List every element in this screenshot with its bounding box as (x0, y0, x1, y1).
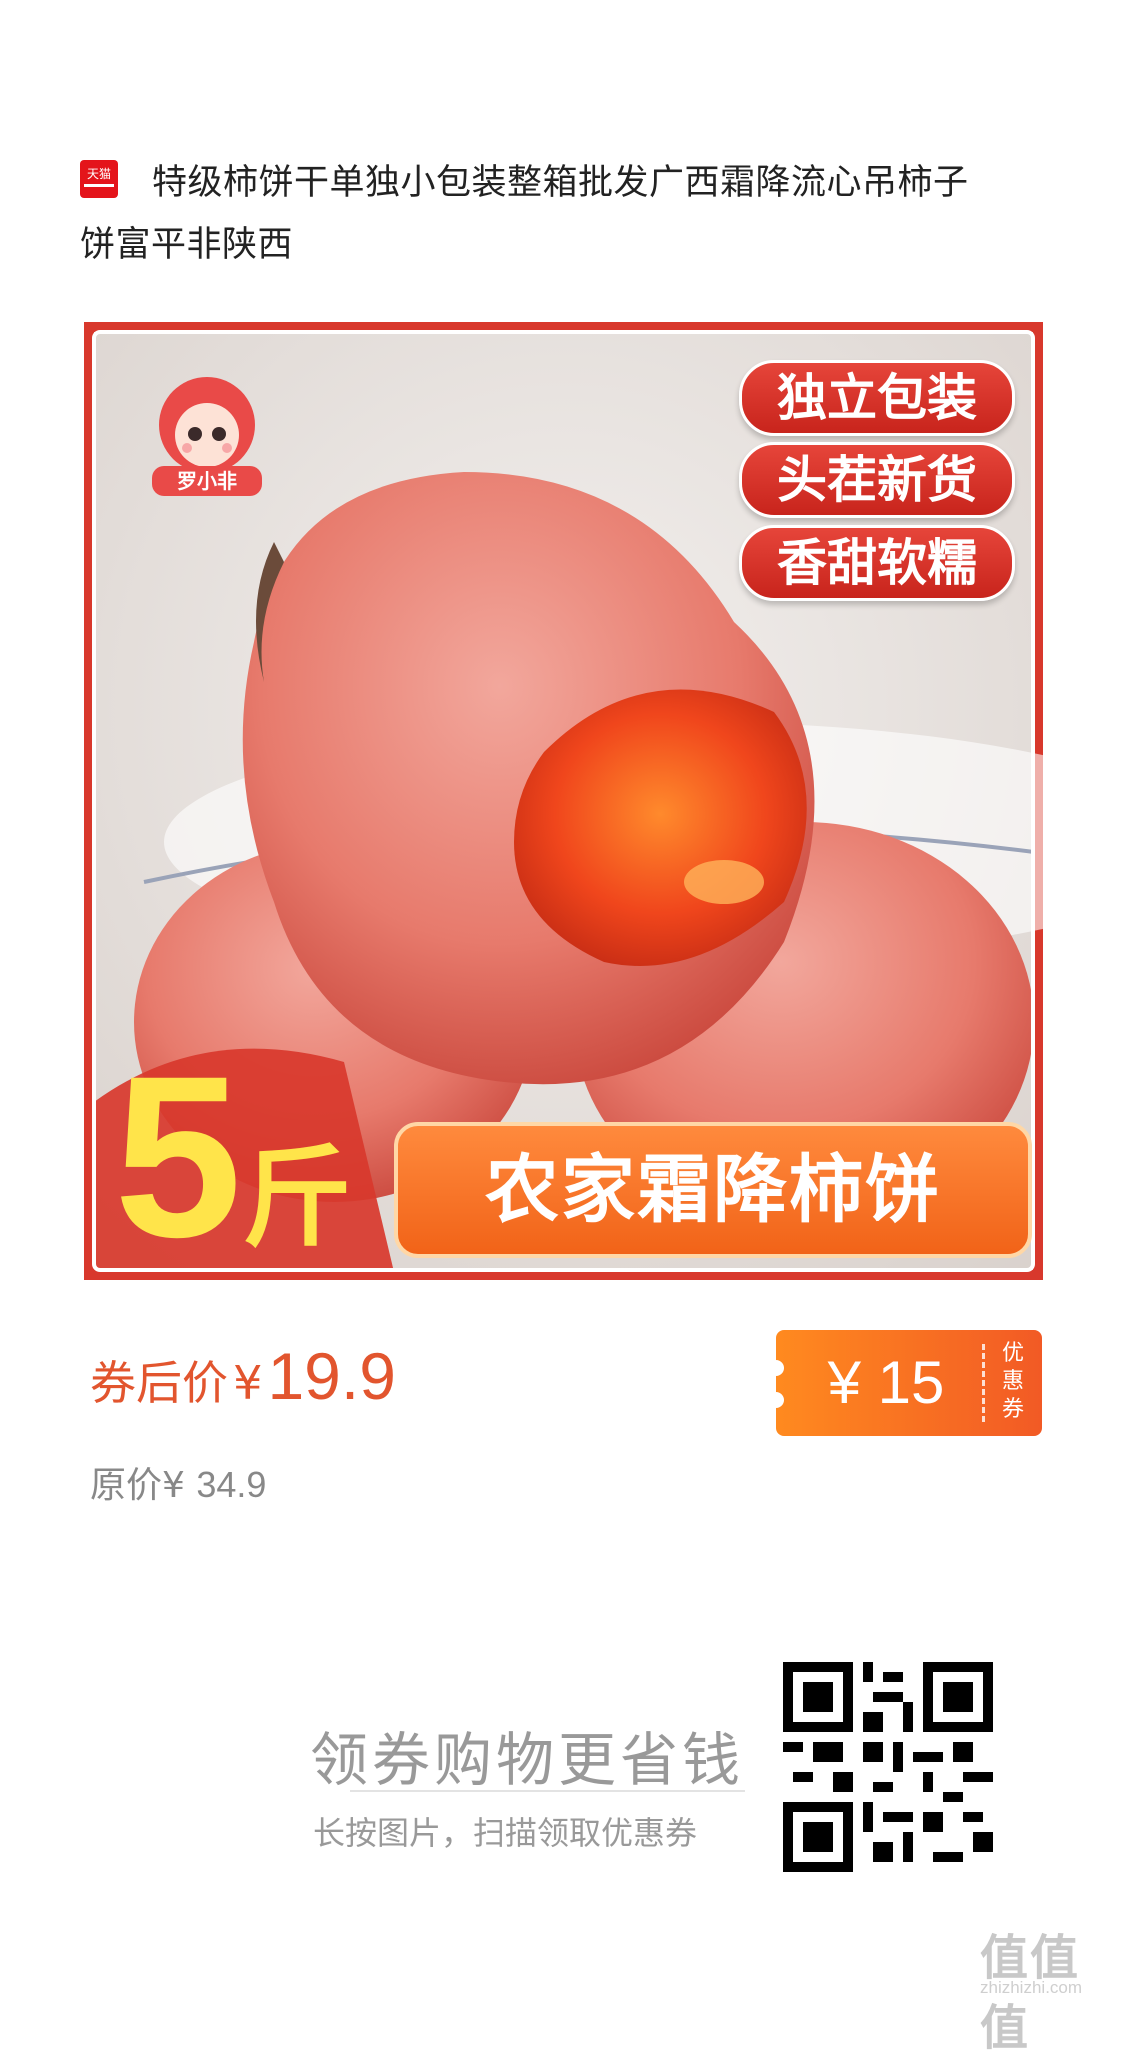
coupon-label-char: 优 (1001, 1341, 1024, 1366)
watermark-url: zhizhizhi.com (980, 1978, 1083, 1997)
badge-sweet-soft: 香甜软糯 (739, 525, 1015, 601)
slogan-banner: 农家霜降柿饼 (394, 1122, 1032, 1258)
qr-code-icon (783, 1662, 993, 1872)
coupon-ticket[interactable]: ¥ 15 优 惠 券 (768, 1330, 1042, 1436)
promo-headline: 领券购物更省钱 (310, 1726, 745, 1794)
coupon-divider (982, 1344, 985, 1422)
brand-logo-text: 罗小非 (177, 469, 237, 493)
brand-mascot-icon: 罗小非 (152, 377, 262, 496)
brand-logo: 罗小非 (132, 370, 282, 514)
after-coupon-label: 券后价 (90, 1356, 228, 1410)
currency-symbol: ¥ (233, 1356, 263, 1410)
after-coupon-value: 19.9 (267, 1339, 396, 1413)
tmall-badge-text: 天猫 (86, 167, 111, 181)
qr-code[interactable] (783, 1662, 993, 1876)
badge-independent-pack: 独立包装 (739, 360, 1015, 436)
promo-subline: 长按图片，扫描领取优惠券 (313, 1814, 698, 1852)
coupon-notch (768, 1360, 784, 1376)
weight-unit: 斤 (241, 1137, 352, 1260)
after-coupon-price: 券后价 ¥ 19.9 (90, 1338, 396, 1414)
coupon-label-char: 券 (1001, 1397, 1024, 1422)
weight-number: 5 (114, 1028, 242, 1280)
original-price-value: 34.9 (196, 1464, 267, 1505)
product-image[interactable]: 罗小非 独立包装 头茬新货 香甜软糯 农家霜降柿饼 5斤 (84, 322, 1043, 1280)
coupon-amount: ¥ 15 (827, 1349, 945, 1416)
original-price-label: 原价 (90, 1465, 163, 1506)
coupon-notch (768, 1392, 784, 1408)
coupon-label-char: 惠 (1001, 1369, 1024, 1394)
tmall-badge-icon: 天猫 (80, 160, 118, 198)
promo-divider (350, 1790, 745, 1792)
original-price: 原价¥ 34.9 (90, 1456, 266, 1508)
product-title-block: 天猫 特级柿饼干单独小包装整箱批发广西霜降流心吊柿子饼富平非陕西 (80, 152, 980, 276)
coupon-label: 优 惠 券 (998, 1340, 1028, 1424)
product-title: 特级柿饼干单独小包装整箱批发广西霜降流心吊柿子饼富平非陕西 (80, 163, 969, 265)
original-currency: ¥ (162, 1465, 185, 1506)
weight-banner: 5斤 (114, 1042, 352, 1272)
badge-new-harvest: 头茬新货 (739, 442, 1015, 518)
